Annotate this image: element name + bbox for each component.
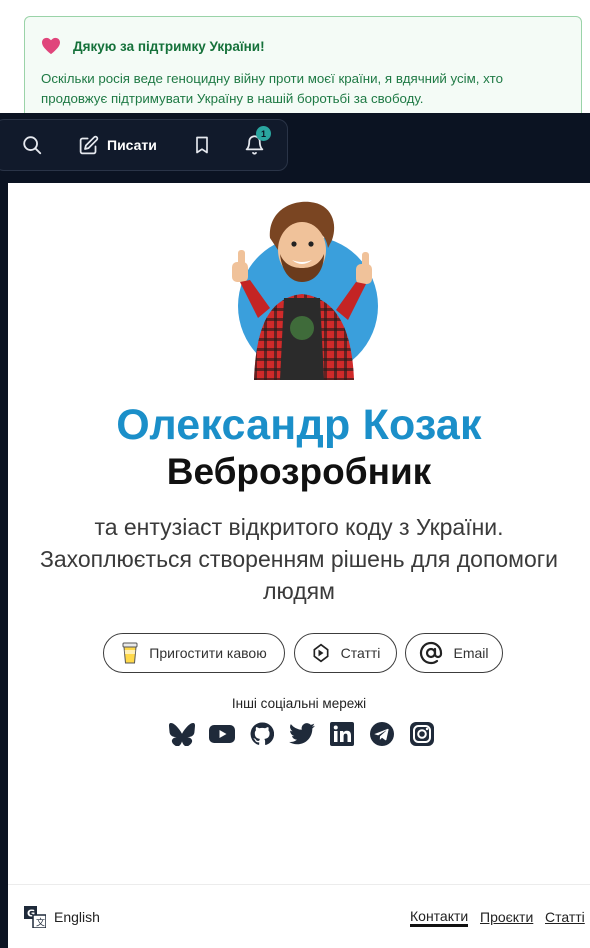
footer-link-projects[interactable]: Проєкти [480,909,533,925]
notifications-button[interactable]: 1 [244,126,271,156]
write-button-label: Писати [107,137,157,153]
support-banner-title: Дякую за підтримку України! [73,38,265,54]
bookmark-icon [196,136,208,154]
social-links [168,720,438,748]
bluesky-icon [169,723,195,746]
linkedin-icon [330,722,354,746]
bluesky-link[interactable] [168,720,196,748]
email-button[interactable]: Email [405,633,503,673]
email-label: Email [453,645,489,661]
translate-icon: G 文 [24,906,46,928]
edit-icon [79,135,99,154]
heart-icon [42,37,60,55]
articles-button[interactable]: Статті [294,633,397,673]
twitter-link[interactable] [288,720,316,748]
support-banner-text: Оскільки росія веде геноцидну війну прот… [41,71,503,106]
notifications-badge: 1 [256,126,271,141]
github-icon [250,722,274,746]
write-button[interactable]: Писати [78,135,157,156]
hashnode-icon [313,643,329,663]
telegram-link[interactable] [368,720,396,748]
coffee-cup-icon [122,642,138,664]
youtube-icon [209,725,235,743]
instagram-icon [410,722,434,746]
search-button[interactable] [21,134,43,156]
footer-link-articles[interactable]: Статті [545,909,585,925]
buy-coffee-button[interactable]: Пригостити кавою [103,633,285,673]
footer-divider [8,884,590,885]
support-banner: Дякую за підтримку України! Оскільки рос… [24,16,582,126]
language-switch[interactable]: G 文 English [24,906,100,928]
profile-name: Олександр Козак [116,401,482,449]
linkedin-link[interactable] [328,720,356,748]
search-icon [23,136,42,155]
avatar [232,201,378,380]
svg-text:文: 文 [36,917,45,929]
instagram-link[interactable] [408,720,436,748]
social-caption: Інші соціальні мережі [231,696,367,711]
profile-tagline: та ентузіаст відкритого коду з України. … [39,514,559,604]
articles-label: Статті [340,645,381,661]
top-toolbar: Писати 1 [0,119,288,171]
support-banner-header: Дякую за підтримку України! [41,37,565,55]
language-label: English [54,909,100,925]
profile-role: Веброзробник [166,451,432,492]
footer-link-contacts[interactable]: Контакти [410,909,469,927]
github-link[interactable] [248,720,276,748]
profile-panel: Олександр Козак Веброзробник та ентузіас… [8,183,590,948]
app-frame-left [0,113,8,948]
at-sign-icon [420,641,443,665]
youtube-link[interactable] [208,720,236,748]
buy-coffee-label: Пригостити кавою [149,645,267,661]
telegram-icon [370,722,394,746]
bookmarks-button[interactable] [192,134,212,156]
twitter-icon [289,723,315,745]
